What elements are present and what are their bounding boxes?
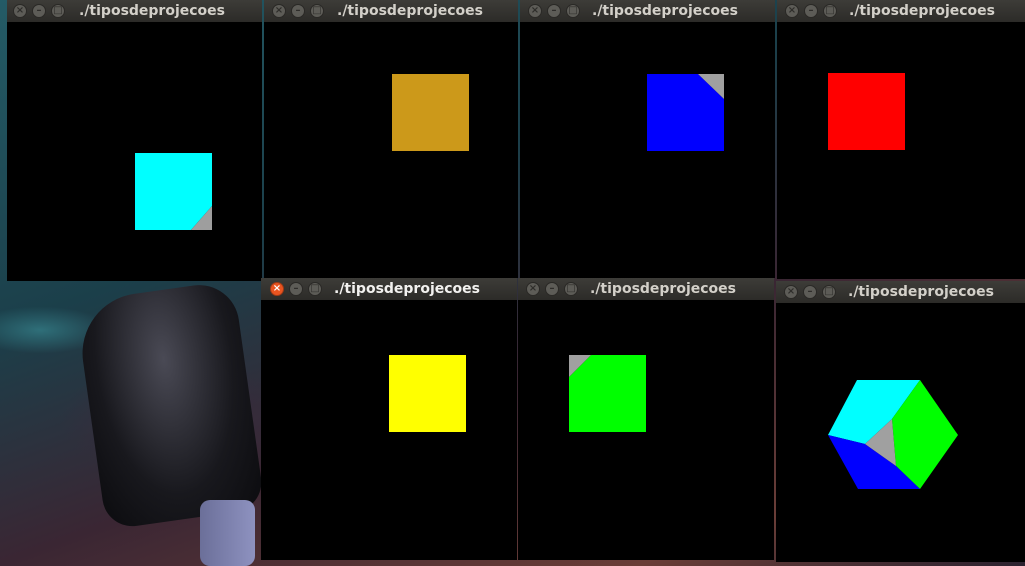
yellow-square-face (389, 355, 466, 432)
close-icon[interactable]: × (784, 285, 798, 299)
close-icon[interactable]: × (270, 282, 284, 296)
close-icon[interactable]: × (785, 4, 799, 18)
projection-drawing (647, 74, 724, 151)
wallpaper-artwork-glove (74, 279, 266, 531)
window-titlebar[interactable]: × – □ ./tiposdeprojecoes (261, 278, 517, 300)
close-icon[interactable]: × (528, 4, 542, 18)
window-title: ./tiposdeprojecoes (592, 3, 738, 19)
window-titlebar[interactable]: × – □ ./tiposdeprojecoes (520, 0, 775, 22)
window-titlebar[interactable]: × – □ ./tiposdeprojecoes (518, 278, 774, 300)
window-title: ./tiposdeprojecoes (334, 281, 480, 297)
projection-drawing (828, 73, 905, 150)
wallpaper-artwork-arm (200, 500, 255, 566)
projection-drawing (828, 380, 958, 489)
opengl-canvas (520, 22, 775, 278)
projection-window-3[interactable]: × – □ ./tiposdeprojecoes (520, 0, 775, 278)
green-square-face (569, 355, 646, 432)
minimize-icon[interactable]: – (804, 4, 818, 18)
window-title: ./tiposdeprojecoes (848, 284, 994, 300)
cyan-square-face (135, 153, 212, 230)
minimize-icon[interactable]: – (291, 4, 305, 18)
window-titlebar[interactable]: × – □ ./tiposdeprojecoes (777, 0, 1025, 22)
window-titlebar[interactable]: × – □ ./tiposdeprojecoes (264, 0, 518, 22)
projection-window-6[interactable]: × – □ ./tiposdeprojecoes (518, 278, 774, 560)
projection-window-4[interactable]: × – □ ./tiposdeprojecoes (777, 0, 1025, 279)
red-square-face (828, 73, 905, 150)
opengl-canvas (777, 22, 1025, 279)
maximize-icon[interactable]: □ (566, 4, 580, 18)
maximize-icon[interactable]: □ (823, 4, 837, 18)
opengl-canvas (261, 304, 517, 560)
minimize-icon[interactable]: – (32, 4, 46, 18)
projection-window-1[interactable]: × – □ ./tiposdeprojecoes (7, 0, 262, 281)
window-title: ./tiposdeprojecoes (590, 281, 736, 297)
maximize-icon[interactable]: □ (308, 282, 322, 296)
window-titlebar[interactable]: × – □ ./tiposdeprojecoes (7, 0, 262, 22)
projection-drawing (389, 355, 466, 432)
close-icon[interactable]: × (13, 4, 27, 18)
maximize-icon[interactable]: □ (822, 285, 836, 299)
projection-drawing (135, 153, 212, 230)
window-title: ./tiposdeprojecoes (849, 3, 995, 19)
projection-drawing (569, 355, 646, 432)
maximize-icon[interactable]: □ (564, 282, 578, 296)
close-icon[interactable]: × (526, 282, 540, 296)
opengl-canvas (7, 22, 262, 281)
projection-window-7[interactable]: × – □ ./tiposdeprojecoes (776, 281, 1025, 562)
opengl-canvas (264, 22, 518, 278)
projection-window-5[interactable]: × – □ ./tiposdeprojecoes (261, 278, 517, 560)
projection-window-2[interactable]: × – □ ./tiposdeprojecoes (264, 0, 518, 278)
minimize-icon[interactable]: – (803, 285, 817, 299)
minimize-icon[interactable]: – (547, 4, 561, 18)
projection-drawing (392, 74, 469, 151)
window-titlebar[interactable]: × – □ ./tiposdeprojecoes (776, 281, 1025, 303)
close-icon[interactable]: × (272, 4, 286, 18)
minimize-icon[interactable]: – (289, 282, 303, 296)
window-title: ./tiposdeprojecoes (79, 3, 225, 19)
gold-square-face (392, 74, 469, 151)
window-title: ./tiposdeprojecoes (337, 3, 483, 19)
opengl-canvas (518, 304, 774, 560)
minimize-icon[interactable]: – (545, 282, 559, 296)
opengl-canvas (776, 306, 1025, 562)
maximize-icon[interactable]: □ (51, 4, 65, 18)
maximize-icon[interactable]: □ (310, 4, 324, 18)
